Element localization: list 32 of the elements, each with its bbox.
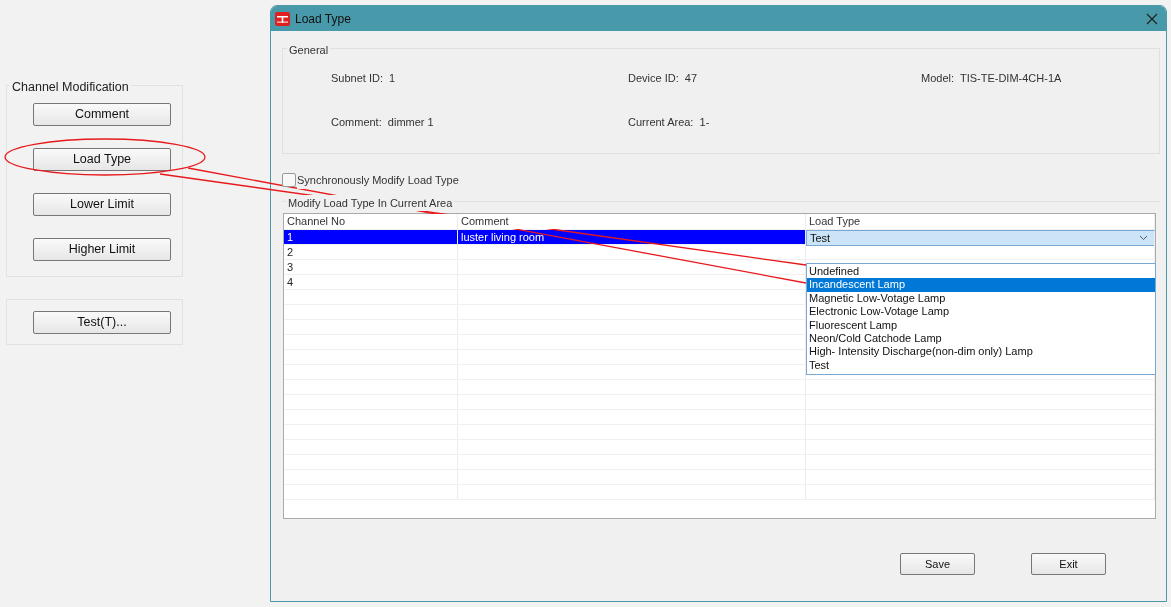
- channel-action-button[interactable]: Load Type: [33, 148, 171, 171]
- dialog-button[interactable]: Exit: [1031, 553, 1106, 575]
- table-cell: 3: [284, 259, 458, 274]
- channel-action-button[interactable]: Comment: [33, 103, 171, 126]
- info-field: Model: TIS-TE-DIM-4CH-1A: [921, 70, 1159, 114]
- channel-action-button[interactable]: Lower Limit: [33, 193, 171, 216]
- dropdown-option[interactable]: Test: [807, 358, 1155, 373]
- dropdown-option[interactable]: High- Intensity Discharge(non-dim only) Lamp: [807, 345, 1155, 359]
- info-field: Device ID: 47: [628, 70, 921, 114]
- table-row[interactable]: 2: [284, 244, 1155, 260]
- column-header: Comment: [458, 213, 806, 229]
- checkbox[interactable]: [282, 173, 296, 188]
- dropdown-option[interactable]: Fluorescent Lamp: [807, 318, 1155, 332]
- dropdown-option[interactable]: Neon/Cold Catchode Lamp: [807, 331, 1155, 346]
- window-title: Load Type: [295, 10, 351, 28]
- chevron-down-icon: [1139, 234, 1148, 241]
- column-header: Load Type: [806, 213, 1155, 229]
- table-cell: 4: [284, 274, 458, 289]
- channel-action-button[interactable]: Higher Limit: [33, 238, 171, 261]
- dropdown-option[interactable]: Magnetic Low-Votage Lamp: [807, 291, 1155, 306]
- info-field: Subnet ID: 1: [331, 70, 628, 114]
- table-cell: 2: [284, 244, 458, 259]
- dropdown-option[interactable]: Incandescent Lamp: [807, 278, 1155, 292]
- column-header: Channel No: [284, 213, 458, 229]
- info-field: Current Area: 1-: [628, 114, 921, 158]
- test-button[interactable]: Test(T)...: [33, 311, 171, 334]
- table-cell: 1: [284, 229, 458, 246]
- dropdown-option[interactable]: Electronic Low-Votage Lamp: [807, 305, 1155, 319]
- dialog-button[interactable]: Save: [900, 553, 975, 575]
- group-title: Modify Load Type In Current Area: [286, 194, 455, 211]
- info-field: Comment: dimmer 1: [331, 114, 628, 158]
- app-logo-icon: [275, 11, 290, 26]
